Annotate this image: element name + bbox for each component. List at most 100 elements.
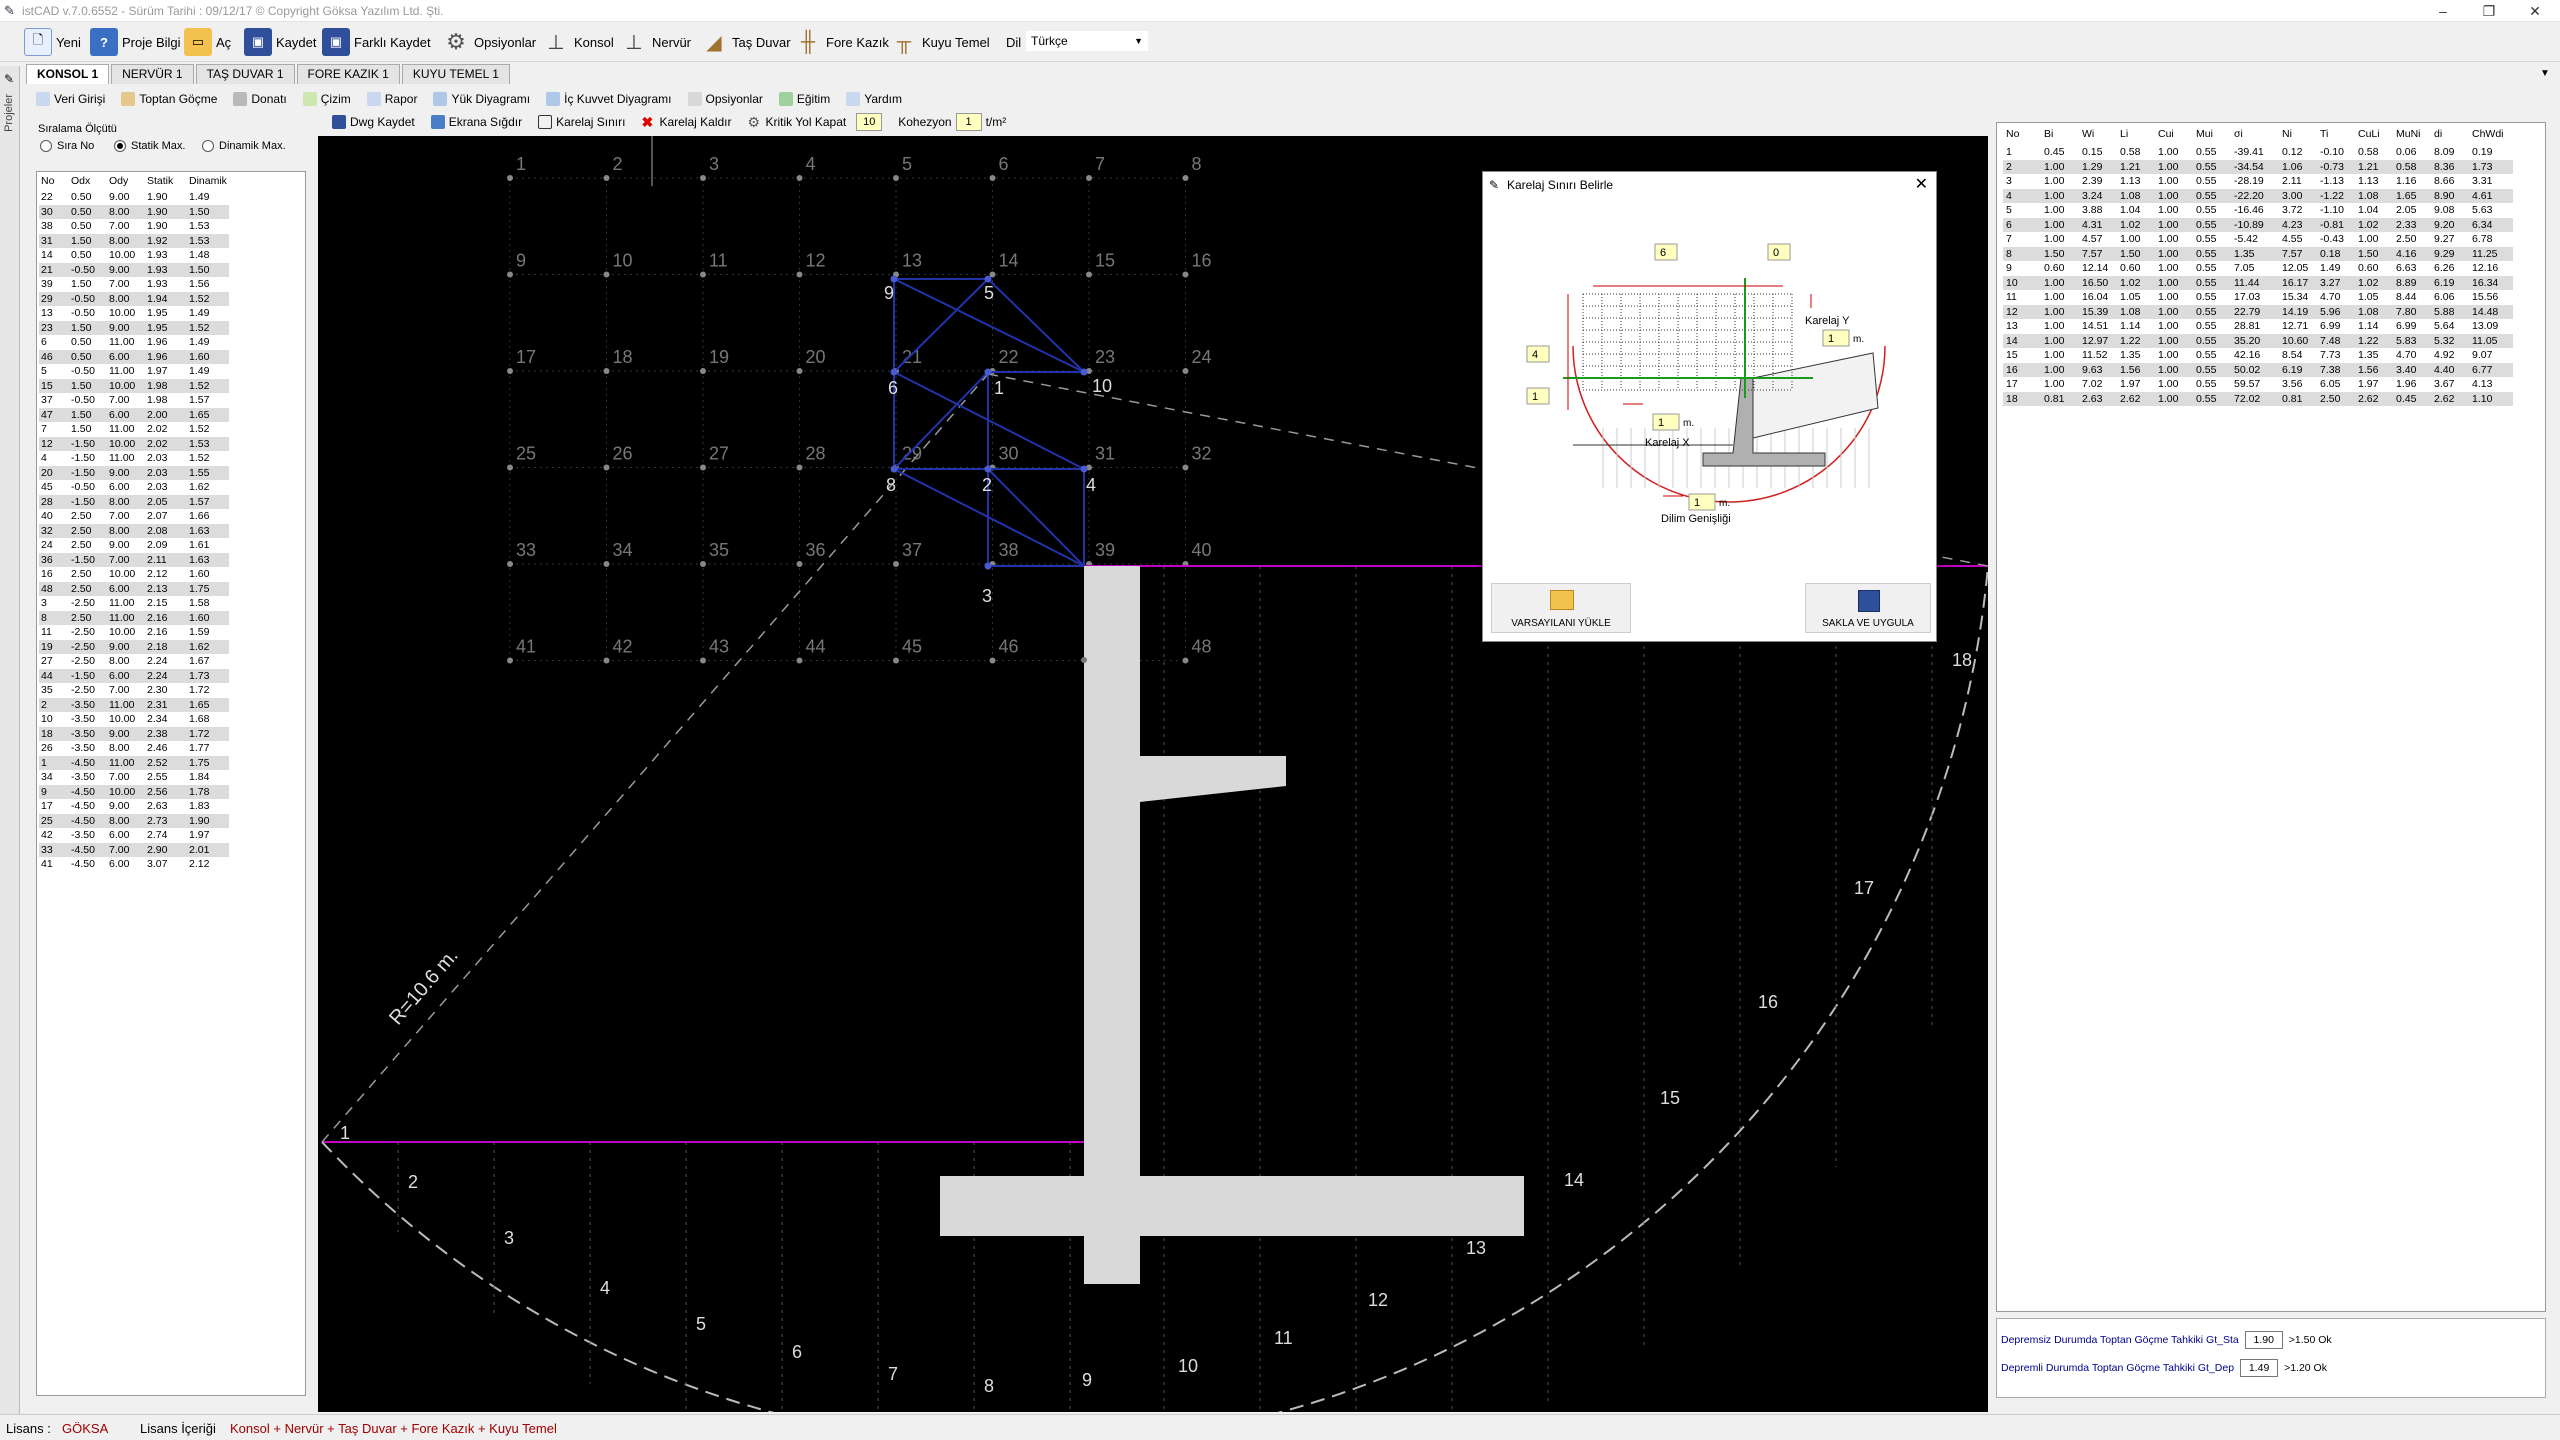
maximize-button[interactable]: ❐ bbox=[2466, 0, 2512, 22]
donati-button[interactable]: Donatı bbox=[227, 88, 292, 110]
table-row[interactable]: 17 -4.50 9.00 2.63 1.83 bbox=[39, 799, 229, 814]
table-row[interactable]: 38 0.50 7.00 1.90 1.53 bbox=[39, 219, 229, 234]
dialog-close-button[interactable]: ✕ bbox=[1915, 172, 1928, 198]
table-row[interactable]: 27 -2.50 8.00 2.24 1.67 bbox=[39, 654, 229, 669]
karelaj-kaldir-button[interactable]: ✖ Karelaj Kaldır bbox=[635, 111, 737, 133]
kohezyon-input[interactable]: 1 bbox=[955, 113, 982, 131]
table-row[interactable]: 40 2.50 7.00 2.07 1.66 bbox=[39, 509, 229, 524]
table-row[interactable]: 2 -3.50 11.00 2.31 1.65 bbox=[39, 697, 229, 712]
table-row[interactable]: 6 1.00 4.31 1.02 1.00 0.55 -10.89 4.23 -0.81 1.02… bbox=[2003, 217, 2513, 232]
table-row[interactable]: 21 -0.50 9.00 1.93 1.50 bbox=[39, 262, 229, 277]
column-header[interactable]: Cui bbox=[2155, 123, 2193, 145]
open-button[interactable]: ▭ Aç bbox=[184, 26, 231, 58]
panel-menu-icon[interactable]: ▼ bbox=[2540, 68, 2550, 79]
yardim-button[interactable]: Yardım bbox=[840, 88, 908, 110]
tab-konsol-1[interactable]: KONSOL 1 bbox=[26, 64, 110, 84]
ic-kuvvet-diyagrami-button[interactable]: İç Kuvvet Diyagramı bbox=[540, 88, 677, 110]
kritik-value-input[interactable]: 10 bbox=[856, 113, 883, 131]
table-row[interactable]: 9 -4.50 10.00 2.56 1.78 bbox=[39, 784, 229, 799]
table-row[interactable]: 47 1.50 6.00 2.00 1.65 bbox=[39, 407, 229, 422]
table-row[interactable]: 18 0.81 2.63 2.62 1.00 0.55 72.02 0.81 2.50 2.62 0… bbox=[2003, 391, 2513, 406]
minimize-button[interactable]: – bbox=[2420, 0, 2466, 22]
table-row[interactable]: 8 1.50 7.57 1.50 1.00 0.55 1.35 7.57 0.18 1.50 4.1… bbox=[2003, 246, 2513, 261]
column-header[interactable]: No bbox=[39, 172, 69, 190]
projects-side-strip[interactable]: ✎ Projeler bbox=[0, 66, 20, 1426]
results-list[interactable]: No Odx Ody Statik Dinamik 22 0.50 9.00 1.90 1.49… bbox=[36, 171, 306, 1396]
column-header[interactable]: ChWdi bbox=[2469, 123, 2513, 145]
table-row[interactable]: 17 1.00 7.02 1.97 1.00 0.55 59.57 3.56 6.05 1.97 1… bbox=[2003, 377, 2513, 392]
table-row[interactable]: 34 -3.50 7.00 2.55 1.84 bbox=[39, 770, 229, 785]
column-header[interactable]: MuNi bbox=[2393, 123, 2431, 145]
column-header[interactable]: Wi bbox=[2079, 123, 2117, 145]
column-header[interactable]: CuLi bbox=[2355, 123, 2393, 145]
tab-tas-duvar-1[interactable]: TAŞ DUVAR 1 bbox=[195, 64, 295, 84]
konsol-button[interactable]: ⊥ Konsol bbox=[542, 26, 613, 58]
table-row[interactable]: 15 1.00 11.52 1.35 1.00 0.55 42.16 8.54 7.73 1.35… bbox=[2003, 348, 2513, 363]
sort-dinamik-max-radio[interactable]: Dinamik Max. bbox=[202, 140, 286, 152]
table-row[interactable]: 37 -0.50 7.00 1.98 1.57 bbox=[39, 393, 229, 408]
load-defaults-button[interactable]: VARSAYILANI YÜKLE bbox=[1491, 583, 1631, 633]
veri-girisi-button[interactable]: Veri Girişi bbox=[30, 88, 111, 110]
column-header[interactable]: Bi bbox=[2041, 123, 2079, 145]
cizim-button[interactable]: Çizim bbox=[297, 88, 357, 110]
table-row[interactable]: 10 1.00 16.50 1.02 1.00 0.55 11.44 16.17 3.27 1.0… bbox=[2003, 275, 2513, 290]
table-row[interactable]: 20 -1.50 9.00 2.03 1.55 bbox=[39, 465, 229, 480]
table-row[interactable]: 36 -1.50 7.00 2.11 1.63 bbox=[39, 552, 229, 567]
table-row[interactable]: 42 -3.50 6.00 2.74 1.97 bbox=[39, 828, 229, 843]
column-header[interactable]: σi bbox=[2231, 123, 2279, 145]
column-header[interactable]: Dinamik bbox=[187, 172, 229, 190]
karelaj-siniri-button[interactable]: Karelaj Sınırı bbox=[532, 111, 631, 133]
table-row[interactable]: 11 -2.50 10.00 2.16 1.59 bbox=[39, 625, 229, 640]
table-row[interactable]: 48 2.50 6.00 2.13 1.75 bbox=[39, 581, 229, 596]
toptan-gocme-button[interactable]: Toptan Göçme bbox=[115, 88, 223, 110]
table-row[interactable]: 33 -4.50 7.00 2.90 2.01 bbox=[39, 842, 229, 857]
fit-screen-button[interactable]: Ekrana Sığdır bbox=[425, 111, 528, 133]
table-row[interactable]: 23 1.50 9.00 1.95 1.52 bbox=[39, 320, 229, 335]
fore-kazik-button[interactable]: ╫ Fore Kazık bbox=[794, 26, 889, 58]
nervur-button[interactable]: ⊥ Nervür bbox=[620, 26, 691, 58]
yuk-diyagrami-button[interactable]: Yük Diyagramı bbox=[427, 88, 536, 110]
column-header[interactable]: Mui bbox=[2193, 123, 2231, 145]
slice-results-panel[interactable]: No Bi Wi Li Cui Mui σi Ni Ti CuLi MuNi di ChWdi 1 0.4… bbox=[1996, 122, 2546, 1312]
table-row[interactable]: 12 1.00 15.39 1.08 1.00 0.55 22.79 14.19 5.96 1.0… bbox=[2003, 304, 2513, 319]
column-header[interactable]: Statik bbox=[145, 172, 187, 190]
rapor-button[interactable]: Rapor bbox=[361, 88, 424, 110]
save-button[interactable]: ▣ Kaydet bbox=[244, 26, 316, 58]
table-row[interactable]: 31 1.50 8.00 1.92 1.53 bbox=[39, 233, 229, 248]
table-row[interactable]: 13 -0.50 10.00 1.95 1.49 bbox=[39, 306, 229, 321]
table-row[interactable]: 14 0.50 10.00 1.93 1.48 bbox=[39, 248, 229, 263]
table-row[interactable]: 22 0.50 9.00 1.90 1.49 bbox=[39, 190, 229, 205]
table-row[interactable]: 24 2.50 9.00 2.09 1.61 bbox=[39, 538, 229, 553]
tab-fore-kazik-1[interactable]: FORE KAZIK 1 bbox=[296, 64, 400, 84]
table-row[interactable]: 18 -3.50 9.00 2.38 1.72 bbox=[39, 726, 229, 741]
sort-statik-max-radio[interactable]: Statik Max. bbox=[114, 140, 185, 152]
table-row[interactable]: 1 0.45 0.15 0.58 1.00 0.55 -39.41 0.12 -0.10 0.58… bbox=[2003, 145, 2513, 160]
table-row[interactable]: 8 2.50 11.00 2.16 1.60 bbox=[39, 610, 229, 625]
opsiyonlar-button[interactable]: Opsiyonlar bbox=[682, 88, 769, 110]
table-row[interactable]: 6 0.50 11.00 1.96 1.49 bbox=[39, 335, 229, 350]
tas-duvar-button[interactable]: ◢ Taş Duvar bbox=[700, 26, 790, 58]
table-row[interactable]: 7 1.50 11.00 2.02 1.52 bbox=[39, 422, 229, 437]
table-row[interactable]: 1 -4.50 11.00 2.52 1.75 bbox=[39, 755, 229, 770]
table-row[interactable]: 16 2.50 10.00 2.12 1.60 bbox=[39, 567, 229, 582]
table-row[interactable]: 45 -0.50 6.00 2.03 1.62 bbox=[39, 480, 229, 495]
table-row[interactable]: 15 1.50 10.00 1.98 1.52 bbox=[39, 378, 229, 393]
table-row[interactable]: 4 1.00 3.24 1.08 1.00 0.55 -22.20 3.00 -1.22 1.08… bbox=[2003, 188, 2513, 203]
close-button[interactable]: ✕ bbox=[2512, 0, 2558, 22]
column-header[interactable]: Ody bbox=[107, 172, 145, 190]
table-row[interactable]: 3 -2.50 11.00 2.15 1.58 bbox=[39, 596, 229, 611]
table-row[interactable]: 35 -2.50 7.00 2.30 1.72 bbox=[39, 683, 229, 698]
table-row[interactable]: 3 1.00 2.39 1.13 1.00 0.55 -28.19 2.11 -1.13 1.13… bbox=[2003, 174, 2513, 189]
table-row[interactable]: 30 0.50 8.00 1.90 1.50 bbox=[39, 204, 229, 219]
save-as-button[interactable]: ▣ Farklı Kaydet bbox=[322, 26, 431, 58]
table-row[interactable]: 14 1.00 12.97 1.22 1.00 0.55 35.20 10.60 7.48 1.2… bbox=[2003, 333, 2513, 348]
table-row[interactable]: 26 -3.50 8.00 2.46 1.77 bbox=[39, 741, 229, 756]
table-row[interactable]: 5 -0.50 11.00 1.97 1.49 bbox=[39, 364, 229, 379]
column-header[interactable]: Ti bbox=[2317, 123, 2355, 145]
table-row[interactable]: 32 2.50 8.00 2.08 1.63 bbox=[39, 523, 229, 538]
tab-nervur-1[interactable]: NERVÜR 1 bbox=[111, 64, 194, 84]
table-row[interactable]: 25 -4.50 8.00 2.73 1.90 bbox=[39, 813, 229, 828]
tab-kuyu-temel-1[interactable]: KUYU TEMEL 1 bbox=[401, 64, 510, 84]
table-row[interactable]: 46 0.50 6.00 1.96 1.60 bbox=[39, 349, 229, 364]
table-row[interactable]: 19 -2.50 9.00 2.18 1.62 bbox=[39, 639, 229, 654]
